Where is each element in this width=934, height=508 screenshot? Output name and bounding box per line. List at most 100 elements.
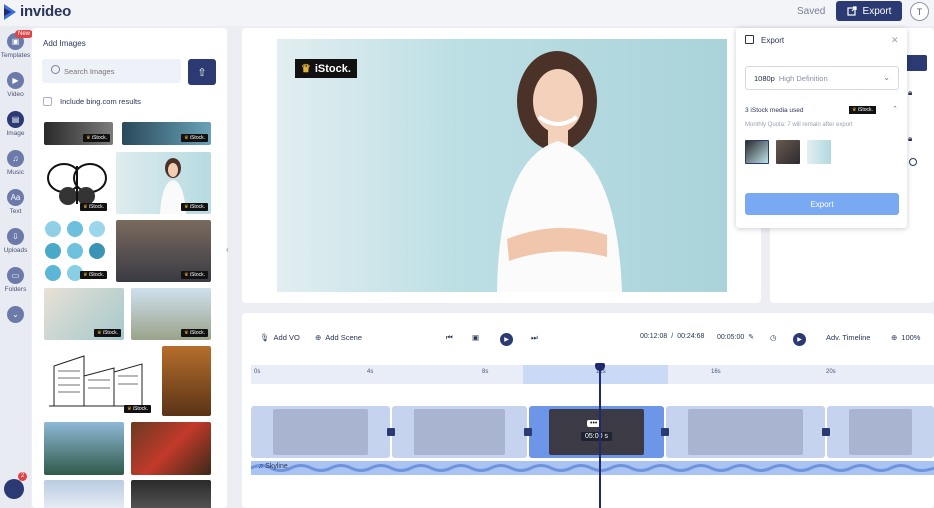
minus-circle-icon[interactable] (909, 158, 917, 166)
chat-button[interactable] (4, 479, 24, 499)
timeline-scene[interactable] (827, 406, 934, 458)
adv-timeline-button[interactable]: Adv. Timeline (826, 333, 870, 342)
clock-icon: ◷ (770, 333, 777, 342)
preview-panel: ♛ iStock. (242, 28, 761, 303)
rail-item-text[interactable]: Aa Text (0, 189, 31, 215)
audio-track-name: Skyline (265, 463, 288, 470)
upload-button[interactable]: ⇧ (188, 59, 216, 85)
skip-back-icon: ⏮︎ (446, 333, 453, 342)
image-thumbnail[interactable]: iStock. (44, 122, 113, 145)
rail-item-image[interactable]: ▤ Image (0, 111, 31, 137)
rail-item-video[interactable]: ▶ Video (0, 72, 31, 98)
user-avatar[interactable]: T (910, 2, 929, 21)
istock-tag: iStock. (181, 271, 208, 279)
rail-more-button[interactable]: ⌄ (0, 306, 31, 323)
image-thumbnail[interactable]: iStock. (131, 288, 211, 340)
audio-track[interactable] (250, 461, 934, 475)
bing-checkbox[interactable] (43, 97, 52, 106)
rail-item-uploads[interactable]: ⇩ Uploads (0, 228, 31, 254)
scene-duration-value: 00:05:00 (717, 333, 745, 341)
export-button[interactable]: Export (836, 1, 902, 21)
skip-forward-button[interactable]: ⏭︎ (531, 333, 538, 343)
image-thumbnail[interactable]: iStock. (44, 346, 154, 416)
timeline-scene[interactable] (666, 406, 825, 458)
clock-button[interactable]: ◷ (770, 333, 777, 342)
audio-track-label: ♫ Skyline (258, 463, 288, 470)
panel-title: Add Images (43, 39, 86, 48)
play-button[interactable]: ▶ (500, 333, 513, 346)
text-icon: Aa (7, 189, 24, 206)
side-panel-button[interactable] (905, 55, 927, 71)
istock-tag: iStock. (181, 329, 208, 337)
top-bar: invideo Saved Export T (0, 0, 934, 26)
rail-item-music[interactable]: ♫ Music (0, 150, 31, 176)
image-thumbnail[interactable]: iStock. (44, 220, 110, 282)
add-vo-button[interactable]: 🎙︎ Add VO (260, 333, 300, 342)
bing-toggle[interactable]: Include bing.com results (43, 97, 141, 106)
scene-duration[interactable]: 00:05:00 ✎ (717, 333, 754, 342)
zoom-value: 100% (901, 333, 921, 342)
skip-back-button[interactable]: ⏮︎ (446, 333, 453, 343)
timeline-scene[interactable] (392, 406, 527, 458)
chevron-down-icon: ⌄ (883, 73, 890, 82)
adv-timeline-label: Adv. Timeline (826, 333, 871, 342)
add-scene-button[interactable]: ⊕ Add Scene (315, 333, 362, 342)
image-thumbnail[interactable] (44, 480, 124, 508)
media-thumbnail[interactable] (745, 140, 769, 164)
tick-label: 0s (254, 369, 261, 375)
timeline-scene[interactable] (251, 406, 390, 458)
audio-waveform (250, 464, 934, 472)
transition-icon[interactable] (524, 428, 532, 436)
tick-label: 16s (711, 369, 721, 375)
left-rail: ▣ New Templates ▶ Video ▤ Image ♫ Music … (0, 26, 34, 508)
transition-icon[interactable] (387, 428, 395, 436)
preview-scene-button[interactable]: ▣ (472, 333, 479, 342)
image-thumbnail[interactable]: iStock. (116, 220, 211, 282)
quality-select[interactable]: 1080p High Definition ⌄ (745, 66, 899, 90)
lock-icon[interactable]: 🔒︎ (908, 88, 912, 98)
close-icon[interactable]: ✕ (891, 35, 899, 46)
invideo-logo[interactable]: invideo (4, 3, 71, 20)
lock-icon[interactable]: 🔒︎ (908, 134, 912, 144)
time-readout: 00:12:08 / 00:24:68 (640, 333, 704, 340)
image-thumbnail-selected[interactable]: iStock. (116, 152, 211, 214)
media-thumbnail[interactable] (776, 140, 800, 164)
play-scene-icon: ▣ (472, 333, 480, 342)
tick-label: 8s (482, 369, 489, 375)
rail-item-templates[interactable]: ▣ New Templates (0, 30, 34, 59)
image-thumbnail[interactable] (131, 480, 211, 508)
chevron-up-icon[interactable]: ⌃ (892, 105, 898, 113)
timeline-panel: 🎙︎ Add VO ⊕ Add Scene ⏮︎ ▣ ▶ ⏭︎ 00:12:08… (242, 313, 934, 508)
zoom-control[interactable]: ⊕ 100% (891, 333, 920, 342)
microphone-icon: 🎙︎ (260, 333, 270, 342)
collapse-panel-chevron-icon[interactable]: ‹ (226, 245, 232, 259)
current-time: 00:12:08 (640, 333, 668, 340)
chat-badge: 2 (18, 472, 27, 481)
images-panel: Add Images ⇧ Include bing.com results iS… (32, 28, 227, 508)
play-preview-button[interactable]: ▶ (793, 333, 806, 346)
popover-export-button[interactable]: Export (745, 193, 899, 215)
preview-canvas[interactable]: ♛ iStock. (277, 39, 727, 292)
image-thumbnail[interactable] (44, 422, 124, 475)
search-input[interactable] (64, 63, 174, 79)
media-thumbnail[interactable] (807, 140, 831, 164)
image-thumbnail[interactable] (162, 346, 211, 416)
logo-mark-icon (4, 3, 16, 20)
playhead[interactable] (599, 365, 601, 508)
play-icon: ▶ (793, 333, 806, 346)
media-used-text: 3 iStock media used (745, 107, 804, 114)
rail-item-folders[interactable]: ▭ Folders (0, 267, 31, 293)
image-thumbnail[interactable]: iStock. (44, 288, 124, 340)
istock-tag: iStock. (94, 329, 121, 337)
search-box (42, 59, 181, 83)
istock-tag: iStock. (83, 134, 110, 142)
image-thumbnail[interactable]: iStock. (44, 152, 110, 214)
image-thumbnail[interactable]: iStock. (122, 122, 211, 145)
rail-label-folders: Folders (4, 286, 27, 293)
transition-icon[interactable] (661, 428, 669, 436)
image-thumbnail[interactable] (131, 422, 211, 475)
quota-text: Monthly Quota: 7 will remain after expor… (745, 122, 853, 128)
istock-tag: iStock. (849, 106, 876, 114)
transition-icon[interactable] (822, 428, 830, 436)
quality-value: High Definition (778, 73, 828, 83)
